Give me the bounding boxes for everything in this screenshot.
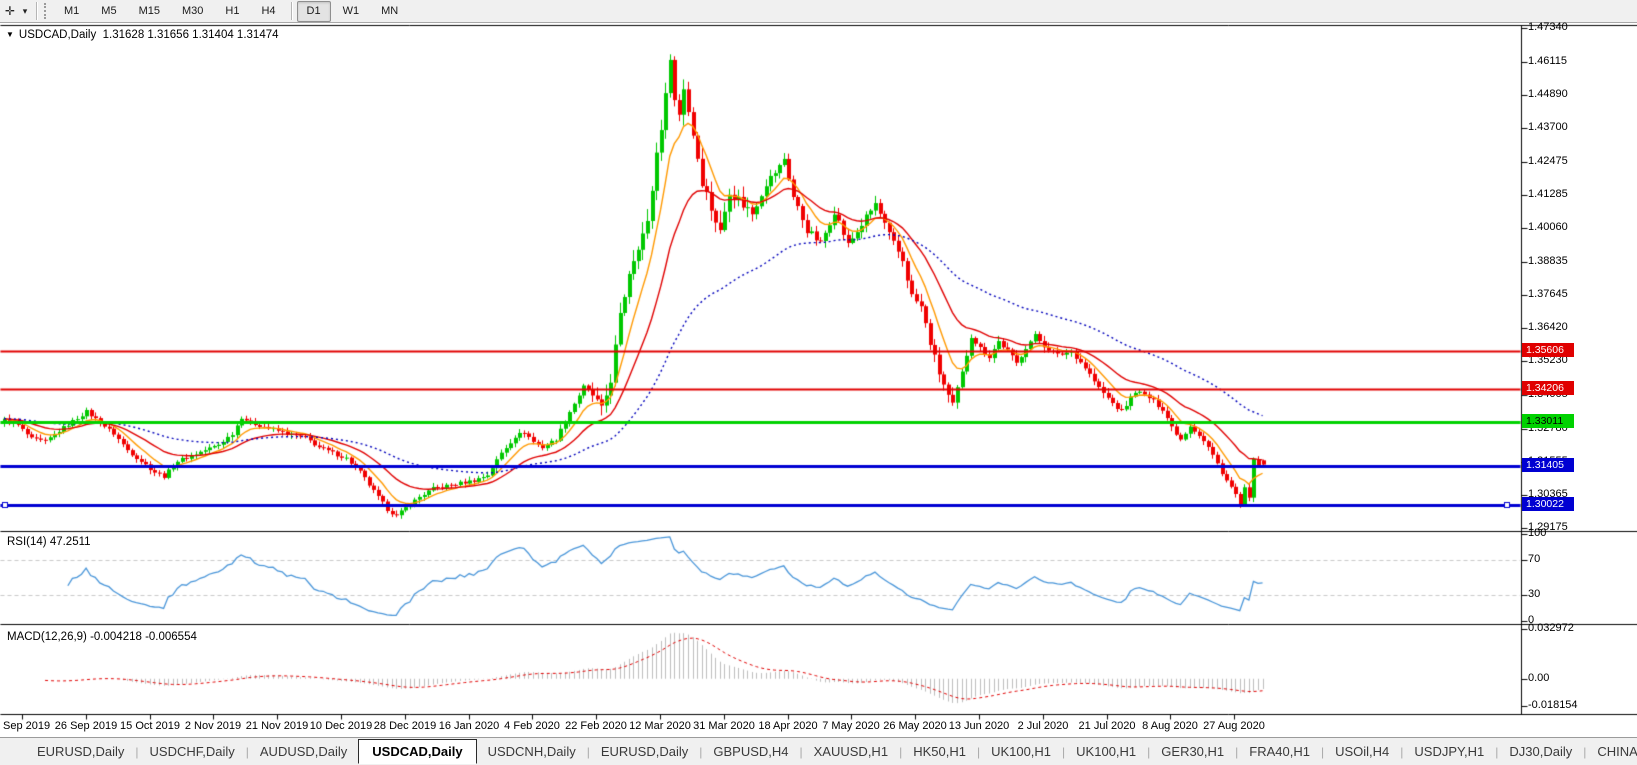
mt4-window: ✛ ▾ M1 M5 M15 M30 H1 H4 D1 W1 MN ▼ USDCAD,Daily 1…: [0, 0, 1637, 765]
price-level-label: 1.31405: [1522, 458, 1574, 472]
date-axis-label: 22 Feb 2020: [565, 720, 627, 732]
price-axis-tick-label: 1.37645: [1528, 288, 1568, 300]
price-axis-tick-label: 1.44890: [1528, 88, 1568, 100]
cursor-tool-dropdown-caret-icon[interactable]: ▾: [18, 6, 32, 17]
price-axis-tick-label: 1.47340: [1528, 21, 1568, 33]
price-level-label: 1.30022: [1522, 497, 1574, 511]
chart-canvas[interactable]: [0, 23, 1637, 737]
tab-usdcad-daily[interactable]: USDCAD,Daily: [358, 739, 477, 764]
toolbar-separator: [36, 2, 37, 20]
tab-uk100-h1[interactable]: UK100,H1: [1065, 740, 1147, 763]
tab-eurusd-daily[interactable]: EURUSD,Daily: [26, 740, 135, 763]
tab-uk100-h1[interactable]: UK100,H1: [980, 740, 1062, 763]
timeframe-button-m1[interactable]: M1: [54, 1, 89, 22]
date-axis-label: 18 Apr 2020: [758, 720, 818, 732]
top-toolbar: ✛ ▾ M1 M5 M15 M30 H1 H4 D1 W1 MN: [0, 0, 1637, 23]
tab-xauusd-h1[interactable]: XAUUSD,H1: [803, 740, 899, 763]
price-axis-tick-label: 1.46115: [1528, 55, 1567, 67]
tab-usoil-h4[interactable]: USOil,H4: [1324, 740, 1400, 763]
date-axis-label: 7 May 2020: [822, 720, 880, 732]
tab-usdchf-daily[interactable]: USDCHF,Daily: [139, 740, 246, 763]
date-axis-label: 28 Dec 2019: [373, 720, 437, 732]
price-level-label: 1.34206: [1522, 381, 1574, 395]
tab-audusd-daily[interactable]: AUDUSD,Daily: [249, 740, 358, 763]
chart-tabs: EURUSD,Daily | USDCHF,Daily | AUDUSD,Daily US…: [26, 738, 1637, 765]
cursor-tool-icon[interactable]: ✛: [2, 4, 18, 18]
rsi-indicator-label: RSI(14) 47.2511: [7, 536, 91, 548]
tab-gbpusd-h4[interactable]: GBPUSD,H4: [702, 740, 799, 763]
timeframe-button-h1[interactable]: H1: [215, 1, 249, 22]
tab-hk50-h1[interactable]: HK50,H1: [902, 740, 977, 763]
date-axis-label: 26 Sep 2019: [54, 720, 118, 732]
chart-tab-bar: EURUSD,Daily | USDCHF,Daily | AUDUSD,Daily US…: [0, 737, 1637, 765]
date-axis-label: 26 May 2020: [883, 720, 947, 732]
rsi-axis-tick-label: 70: [1528, 553, 1541, 565]
tab-dj30-daily[interactable]: DJ30,Daily: [1498, 740, 1583, 763]
timeframe-button-m30[interactable]: M30: [172, 1, 213, 22]
timeframe-button-mn[interactable]: MN: [371, 1, 408, 22]
price-level-label: 1.33011: [1522, 414, 1574, 428]
rsi-axis-tick-label: 30: [1528, 588, 1541, 600]
macd-indicator-label: MACD(12,26,9) -0.004218 -0.006554: [7, 631, 197, 643]
price-axis-tick-label: 1.36420: [1528, 321, 1568, 333]
collapse-chart-caret-icon[interactable]: ▼: [6, 30, 14, 39]
date-axis-label: 13 Jun 2020: [948, 720, 1010, 732]
chart-symbol-period: USDCAD,Daily: [18, 29, 97, 41]
chart-ohlc-values: 1.31628 1.31656 1.31404 1.31474: [102, 29, 279, 41]
timeframe-button-h4[interactable]: H4: [251, 1, 285, 22]
price-axis-tick-label: 1.40060: [1528, 221, 1568, 233]
tab-usdjpy-h1[interactable]: USDJPY,H1: [1403, 740, 1495, 763]
macd-axis-tick-label: 0.032972: [1528, 622, 1574, 634]
tab-fra40-h1[interactable]: FRA40,H1: [1238, 740, 1321, 763]
date-axis-label: 21 Jul 2020: [1078, 720, 1136, 732]
date-axis-label: 4 Feb 2020: [504, 720, 560, 732]
date-axis-label: 2 Jul 2020: [1017, 720, 1069, 732]
toolbar-drag-handle[interactable]: [44, 3, 47, 19]
tab-eurusd-daily[interactable]: EURUSD,Daily: [590, 740, 699, 763]
price-axis-tick-label: 1.38835: [1528, 255, 1568, 267]
tab-usdcnh-daily[interactable]: USDCNH,Daily: [477, 740, 587, 763]
date-axis-label: 15 Oct 2019: [120, 720, 180, 732]
date-axis-label: 7 Sep 2019: [0, 720, 51, 732]
macd-axis-tick-label: 0.00: [1528, 672, 1550, 684]
date-axis-label: 2 Nov 2019: [184, 720, 242, 732]
timeframe-button-m15[interactable]: M15: [129, 1, 170, 22]
date-axis-label: 16 Jan 2020: [438, 720, 500, 732]
timeframe-buttons: M1 M5 M15 M30 H1 H4 D1 W1 MN: [53, 0, 409, 23]
date-axis-label: 8 Aug 2020: [1142, 720, 1198, 732]
date-axis-label: 31 Mar 2020: [693, 720, 755, 732]
tab-china300-h1[interactable]: CHINA300,H1: [1586, 740, 1637, 763]
price-axis-tick-label: 1.42475: [1528, 155, 1568, 167]
timeframe-button-w1[interactable]: W1: [333, 1, 370, 22]
price-axis-tick-label: 1.41285: [1528, 188, 1568, 200]
date-axis-label: 10 Dec 2019: [309, 720, 373, 732]
rsi-axis-tick-label: 100: [1528, 527, 1547, 539]
chart-window: ▼ USDCAD,Daily 1.31628 1.31656 1.31404 1.…: [0, 21, 1637, 737]
price-axis-tick-label: 1.43700: [1528, 121, 1568, 133]
price-level-label: 1.35606: [1522, 343, 1574, 357]
date-axis-label: 12 Mar 2020: [629, 720, 691, 732]
date-axis-label: 27 Aug 2020: [1203, 720, 1265, 732]
tab-ger30-h1[interactable]: GER30,H1: [1150, 740, 1235, 763]
date-axis-label: 21 Nov 2019: [245, 720, 309, 732]
toolbar-separator: [290, 2, 292, 20]
timeframe-button-d1[interactable]: D1: [296, 0, 331, 22]
macd-axis-tick-label: -0.018154: [1528, 699, 1578, 711]
timeframe-button-m5[interactable]: M5: [91, 1, 126, 22]
chart-title: ▼ USDCAD,Daily 1.31628 1.31656 1.31404 1.…: [6, 29, 279, 41]
